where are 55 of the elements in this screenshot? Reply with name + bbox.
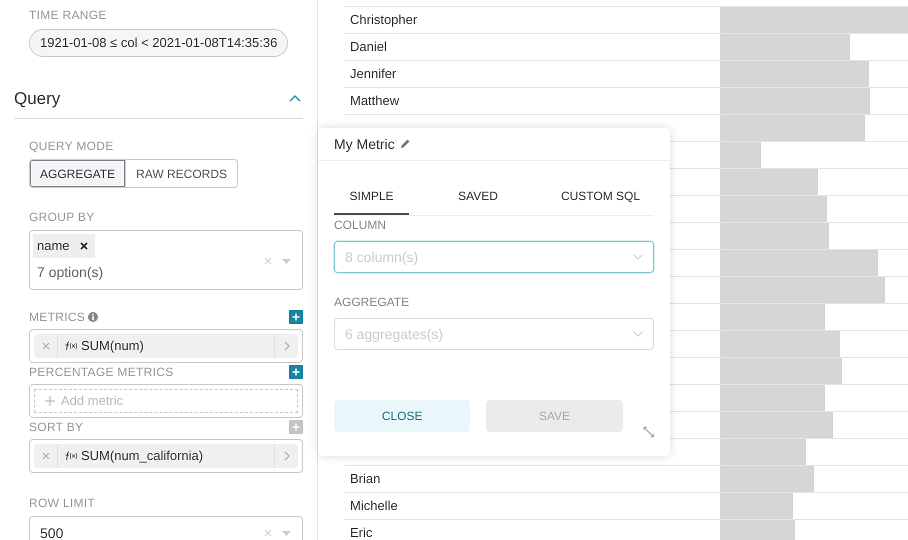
chevron-right-icon[interactable] xyxy=(284,341,290,351)
chevron-up-icon[interactable] xyxy=(289,94,301,102)
tab[interactable]: SIMPLE xyxy=(334,179,409,215)
caret-down-icon[interactable] xyxy=(282,530,291,536)
segment-button[interactable]: RAW RECORDS xyxy=(126,159,238,188)
pencil-icon[interactable] xyxy=(398,138,411,150)
table-cell-text: Michelle xyxy=(350,497,398,516)
table-cell-text: Jennifer xyxy=(350,65,396,84)
section-title: Query xyxy=(14,88,60,110)
popover-title: My Metric xyxy=(334,134,395,154)
field-label: GROUP BY xyxy=(29,209,96,226)
caret-down-icon[interactable] xyxy=(282,258,291,264)
placeholder-text: 7 option(s) xyxy=(37,263,104,282)
field-label: ROW LIMIT xyxy=(29,495,96,512)
metric-label: SUM(num) xyxy=(81,337,145,356)
clear-icon[interactable] xyxy=(264,257,272,265)
field-label: QUERY MODE xyxy=(29,138,115,155)
field-label: SORT BY xyxy=(29,419,84,436)
add-icon[interactable] xyxy=(289,365,303,379)
field-label: TIME RANGE xyxy=(29,7,108,24)
field-label: METRICS xyxy=(29,309,86,326)
chevron-down-icon[interactable] xyxy=(633,254,643,260)
add-icon[interactable] xyxy=(289,310,303,324)
clear-icon[interactable] xyxy=(264,529,272,537)
table-cell-text: Daniel xyxy=(350,38,387,56)
metric-chip[interactable]: SUM(num_california) xyxy=(34,444,298,468)
close-button[interactable]: CLOSE xyxy=(334,400,470,432)
table-cell-text: Eric xyxy=(350,524,372,540)
close-icon[interactable] xyxy=(80,242,88,250)
select-field[interactable]: 500 xyxy=(29,516,303,540)
table-cell-text: Matthew xyxy=(350,92,400,110)
select-value: 500 xyxy=(40,524,64,540)
resize-icon[interactable] xyxy=(642,426,654,438)
metric-label: SUM(num_california) xyxy=(81,447,204,466)
plus-icon xyxy=(45,396,55,406)
field-label: AGGREGATE xyxy=(334,294,410,311)
table-cell-text: Brian xyxy=(350,470,380,488)
multi-select-field[interactable]: name 7 option(s) xyxy=(29,230,303,290)
field-label: PERCENTAGE METRICS xyxy=(29,364,174,381)
metric-chip[interactable]: SUM(num) xyxy=(34,334,298,358)
info-icon xyxy=(88,312,98,322)
time-range-pill[interactable]: 1921-01-08 ≤ col < 2021-01-08T14:35:36 xyxy=(29,29,288,56)
chevron-right-icon[interactable] xyxy=(284,451,290,461)
metric-field[interactable]: SUM(num_california) xyxy=(29,439,303,473)
function-icon xyxy=(64,451,78,461)
function-icon xyxy=(64,341,78,351)
field-label: COLUMN xyxy=(334,217,388,234)
metric-field[interactable]: SUM(num) xyxy=(29,329,303,363)
tab[interactable]: SAVED xyxy=(409,179,547,215)
chevron-down-icon[interactable] xyxy=(633,331,643,337)
segment-button[interactable]: AGGREGATE xyxy=(29,159,126,188)
add-metric-label: Add metric xyxy=(61,392,124,410)
tab[interactable]: CUSTOM SQL xyxy=(547,179,654,215)
tag-label: name xyxy=(37,237,70,256)
table-cell-text: Christopher xyxy=(350,11,418,30)
